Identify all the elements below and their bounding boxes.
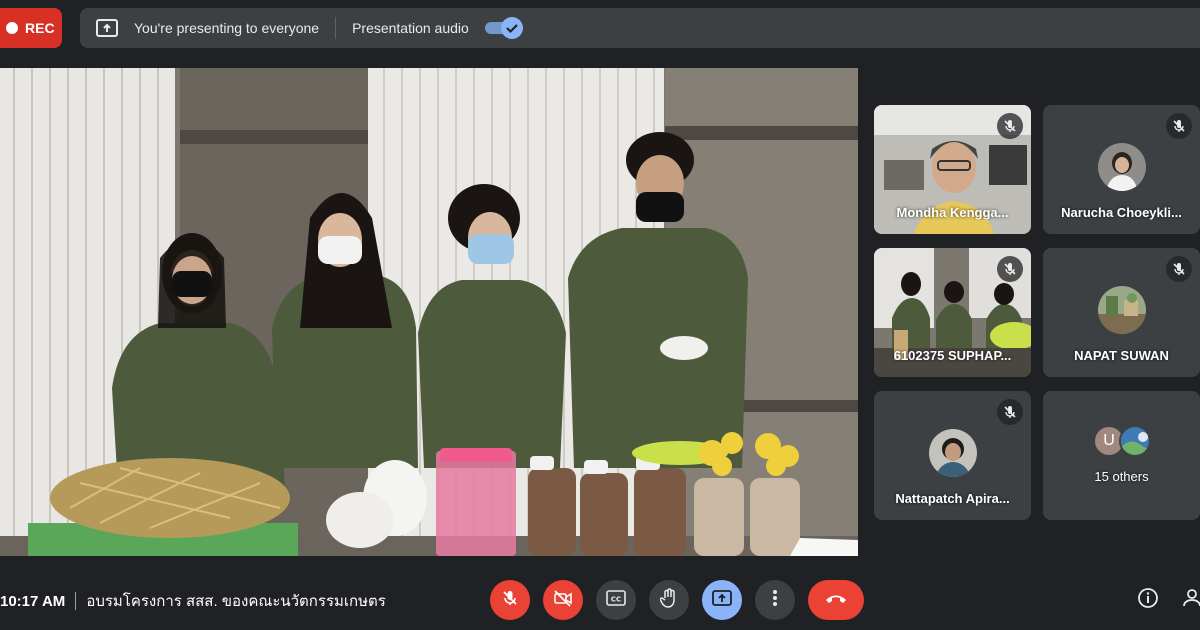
others-count: 15 others: [1094, 469, 1149, 484]
present-screen-icon: [96, 19, 118, 37]
participant-tile[interactable]: NAPAT SUWAN: [1043, 248, 1200, 377]
leave-call-button[interactable]: [808, 580, 864, 620]
avatar: [1097, 286, 1146, 334]
mic-off-icon: [997, 399, 1023, 425]
participant-tile[interactable]: Nattapatch Apira...: [874, 391, 1031, 520]
mic-off-icon: [1166, 256, 1192, 282]
more-vert-icon: [772, 589, 778, 612]
present-screen-icon: [712, 589, 732, 611]
participant-tile[interactable]: 6102375 SUPHAP...: [874, 248, 1031, 377]
presentation-audio-label: Presentation audio: [352, 20, 469, 36]
avatar-letter: U: [1103, 432, 1115, 449]
avatar: [928, 429, 977, 477]
main-presentation-video: [0, 68, 858, 556]
present-now-button[interactable]: [702, 580, 742, 620]
videocam-off-icon: [553, 589, 573, 612]
participant-tile[interactable]: Narucha Choeykli...: [1043, 105, 1200, 234]
presenting-text: You're presenting to everyone: [134, 20, 320, 36]
hand-icon: [659, 587, 678, 613]
mic-off-icon: [1166, 113, 1192, 139]
recording-dot-icon: [6, 22, 18, 34]
svg-text:CC: CC: [611, 595, 621, 603]
divider: [335, 17, 337, 39]
avatar: [1119, 425, 1151, 457]
meeting-title: อบรมโครงการ สสส. ของคณะนวัตกรรมเกษตร: [86, 593, 386, 610]
check-icon: [500, 17, 523, 39]
camera-toggle-button[interactable]: [543, 580, 583, 620]
call-end-icon: [824, 591, 848, 609]
captions-button[interactable]: CC: [596, 580, 636, 620]
participant-name: Nattapatch Apira...: [895, 491, 1010, 506]
participant-name: Mondha Kengga...: [896, 205, 1009, 220]
show-everyone-button[interactable]: [1180, 588, 1200, 612]
participant-name: Narucha Choeykli...: [1061, 205, 1182, 220]
others-tile[interactable]: U 15 others: [1043, 391, 1200, 520]
avatar: [1097, 143, 1146, 191]
meeting-info-button[interactable]: [1136, 587, 1160, 614]
participant-name: 6102375 SUPHAP...: [893, 348, 1012, 363]
info-icon: [1137, 587, 1159, 614]
raise-hand-button[interactable]: [649, 580, 689, 620]
participant-name: NAPAT SUWAN: [1074, 348, 1169, 363]
mic-toggle-button[interactable]: [490, 580, 530, 620]
recording-indicator: REC: [0, 8, 62, 48]
mic-off-icon: [501, 589, 519, 612]
recording-label: REC: [25, 20, 55, 36]
participant-tile[interactable]: Mondha Kengga...: [874, 105, 1031, 234]
presenting-banner: You're presenting to everyone Presentati…: [80, 8, 1200, 48]
presentation-audio-toggle[interactable]: [484, 17, 523, 39]
mic-off-icon: [997, 113, 1023, 139]
more-options-button[interactable]: [755, 580, 795, 620]
clock-time: 10:17 AM: [0, 592, 66, 610]
closed-caption-icon: CC: [606, 589, 626, 611]
meeting-details: 10:17 AM อบรมโครงการ สสส. ของคณะนวัตกรรม…: [0, 590, 386, 612]
mic-off-icon: [997, 256, 1023, 282]
divider: [75, 592, 77, 610]
people-icon: [1182, 588, 1200, 613]
